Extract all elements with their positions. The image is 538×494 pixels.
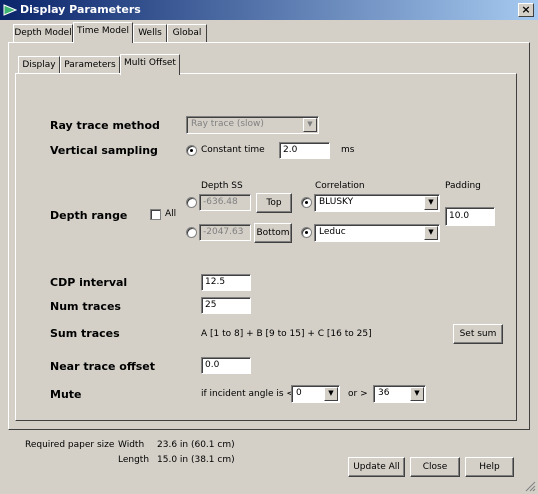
top-correlation-select[interactable]: BLUSKY ▼ xyxy=(314,194,440,212)
close-button[interactable]: Close xyxy=(410,457,460,477)
paper-width-value: 23.6 in (60.1 cm) xyxy=(157,440,235,450)
sampling-input[interactable]: 2.0 xyxy=(279,142,330,159)
mute-lt-value: 0 xyxy=(296,388,302,398)
cdp-interval-label: CDP interval xyxy=(50,276,128,289)
resize-grip-icon[interactable] xyxy=(524,480,536,492)
close-window-button[interactable]: × xyxy=(518,3,534,17)
tab-global[interactable]: Global xyxy=(167,24,207,42)
vertical-sampling-label: Vertical sampling xyxy=(50,144,158,157)
all-checkbox[interactable] xyxy=(150,209,161,220)
title-bar[interactable]: Display Parameters × xyxy=(0,0,538,20)
top-depth-input[interactable]: -636.48 xyxy=(199,194,251,211)
update-all-button[interactable]: Update All xyxy=(348,457,405,477)
near-trace-offset-input[interactable]: 0.0 xyxy=(201,357,251,374)
mute-gt-value: 36 xyxy=(378,388,390,398)
tab-parameters[interactable]: Parameters xyxy=(60,56,120,74)
chevron-down-icon: ▼ xyxy=(424,196,438,210)
paper-size-label: Required paper size xyxy=(25,440,115,450)
help-button[interactable]: Help xyxy=(465,457,514,477)
mute-lt-select[interactable]: 0 ▼ xyxy=(291,385,340,403)
paper-length-value: 15.0 in (38.1 cm) xyxy=(157,455,235,465)
num-traces-input[interactable]: 25 xyxy=(201,297,251,314)
padding-input[interactable]: 10.0 xyxy=(445,207,495,226)
set-sum-button[interactable]: Set sum xyxy=(453,324,503,344)
top-depth-radio[interactable] xyxy=(186,197,197,208)
mute-label: Mute xyxy=(50,388,82,401)
depth-ss-header: Depth SS xyxy=(201,181,243,191)
paper-length-label: Length xyxy=(118,455,150,465)
sum-traces-label: Sum traces xyxy=(50,327,120,340)
paper-width-label: Width xyxy=(118,440,145,450)
window-title: Display Parameters xyxy=(20,3,141,16)
close-icon: × xyxy=(521,3,531,16)
padding-header: Padding xyxy=(445,181,481,191)
all-label: All xyxy=(165,209,177,219)
tab-depth-model[interactable]: Depth Model xyxy=(13,24,73,42)
bottom-depth-radio[interactable] xyxy=(186,227,197,238)
constant-time-label: Constant time xyxy=(201,145,265,155)
correlation-header: Correlation xyxy=(315,181,365,191)
tab-display[interactable]: Display xyxy=(18,56,60,74)
app-icon xyxy=(3,4,17,16)
mute-or-text: or > xyxy=(348,389,368,399)
top-button[interactable]: Top xyxy=(256,193,292,213)
constant-time-radio[interactable] xyxy=(186,145,197,156)
ray-trace-select[interactable]: Ray trace (slow) ▼ xyxy=(186,116,319,134)
bottom-correlation-value: Leduc xyxy=(319,227,346,237)
tab-multi-offset[interactable]: Multi Offset xyxy=(120,54,180,75)
bottom-button[interactable]: Bottom xyxy=(254,223,292,243)
sum-traces-formula: A [1 to 8] + B [9 to 15] + C [16 to 25] xyxy=(201,329,372,339)
depth-range-label: Depth range xyxy=(50,209,128,222)
top-correlation-radio[interactable] xyxy=(301,197,312,208)
top-correlation-value: BLUSKY xyxy=(319,197,354,207)
chevron-down-icon: ▼ xyxy=(424,226,438,240)
tab-time-model[interactable]: Time Model xyxy=(73,22,133,43)
num-traces-label: Num traces xyxy=(50,300,121,313)
chevron-down-icon: ▼ xyxy=(410,387,424,401)
mute-gt-select[interactable]: 36 ▼ xyxy=(373,385,426,403)
near-trace-offset-label: Near trace offset xyxy=(50,360,155,373)
ray-trace-label: Ray trace method xyxy=(50,119,160,132)
cdp-interval-input[interactable]: 12.5 xyxy=(201,274,251,291)
bottom-depth-input[interactable]: -2047.63 xyxy=(199,224,251,241)
tab-wells[interactable]: Wells xyxy=(133,24,167,42)
ray-trace-value: Ray trace (slow) xyxy=(191,119,264,129)
mute-condition: if incident angle is < xyxy=(201,389,294,399)
sampling-unit: ms xyxy=(341,145,355,155)
chevron-down-icon: ▼ xyxy=(324,387,338,401)
bottom-correlation-select[interactable]: Leduc ▼ xyxy=(314,224,440,242)
chevron-down-icon: ▼ xyxy=(303,118,317,132)
bottom-correlation-radio[interactable] xyxy=(301,227,312,238)
